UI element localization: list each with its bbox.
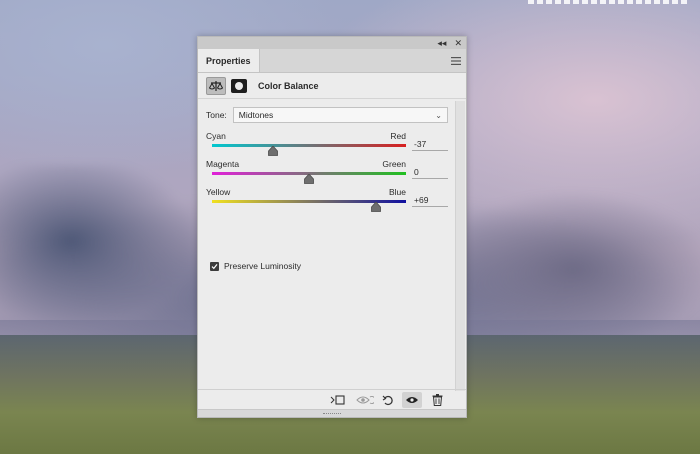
preserve-luminosity-row[interactable]: Preserve Luminosity — [210, 261, 301, 271]
slider-right-label: Blue — [388, 187, 406, 197]
yellow-blue-slider[interactable]: Yellow Blue +69 — [206, 187, 448, 213]
close-icon[interactable]: ✕ — [454, 37, 462, 49]
double-chevron-icon[interactable]: ◂◂ — [437, 37, 446, 49]
properties-panel: ◂◂ ✕ Properties Color Balance Tone: Midt… — [197, 36, 467, 418]
slider-left-label: Magenta — [206, 159, 240, 169]
slider-thumb[interactable] — [268, 146, 279, 156]
resize-grip[interactable] — [198, 409, 466, 417]
reset-icon[interactable] — [378, 392, 398, 408]
chevron-down-icon: ⌄ — [435, 110, 442, 120]
tab-bar: Properties — [198, 49, 466, 73]
slider-value-input[interactable]: -37 — [412, 137, 448, 151]
slider-right-label: Red — [390, 131, 406, 141]
slider-value-input[interactable]: 0 — [412, 165, 448, 179]
scrollbar[interactable] — [455, 101, 465, 391]
slider-left-label: Cyan — [206, 131, 226, 141]
tone-value: Midtones — [238, 110, 274, 120]
tone-label: Tone: — [206, 110, 227, 120]
visibility-eye-icon[interactable] — [402, 392, 422, 408]
top-right-artifact — [528, 0, 688, 4]
panel-footer — [198, 389, 466, 409]
slider-track[interactable] — [212, 144, 406, 147]
slider-left-label: Yellow — [206, 187, 231, 197]
hamburger-menu-icon[interactable] — [446, 49, 466, 72]
panel-chrome: ◂◂ ✕ — [198, 37, 466, 49]
tone-row: Tone: Midtones ⌄ — [206, 107, 448, 123]
slider-thumb[interactable] — [371, 202, 381, 212]
adjustment-header: Color Balance — [198, 73, 466, 99]
balance-scale-icon[interactable] — [206, 76, 226, 95]
view-previous-state-icon[interactable] — [355, 392, 375, 408]
preserve-luminosity-checkbox[interactable] — [210, 261, 219, 271]
slider-thumb[interactable] — [304, 174, 314, 184]
panel-title: Color Balance — [258, 80, 319, 91]
trash-icon[interactable] — [427, 392, 447, 408]
panel-body: Tone: Midtones ⌄ Cyan Red -37 Magenta Gr… — [198, 101, 454, 391]
tone-dropdown[interactable]: Midtones ⌄ — [232, 107, 448, 123]
slider-value-input[interactable]: +69 — [412, 193, 448, 207]
magenta-green-slider[interactable]: Magenta Green 0 — [206, 159, 448, 185]
tab-properties[interactable]: Properties — [198, 49, 260, 72]
cyan-red-slider[interactable]: Cyan Red -37 — [206, 131, 448, 157]
preserve-luminosity-label: Preserve Luminosity — [224, 261, 302, 271]
clip-to-layer-icon[interactable] — [328, 392, 348, 408]
layer-mask-icon[interactable] — [231, 78, 247, 93]
slider-right-label: Green — [382, 159, 406, 169]
